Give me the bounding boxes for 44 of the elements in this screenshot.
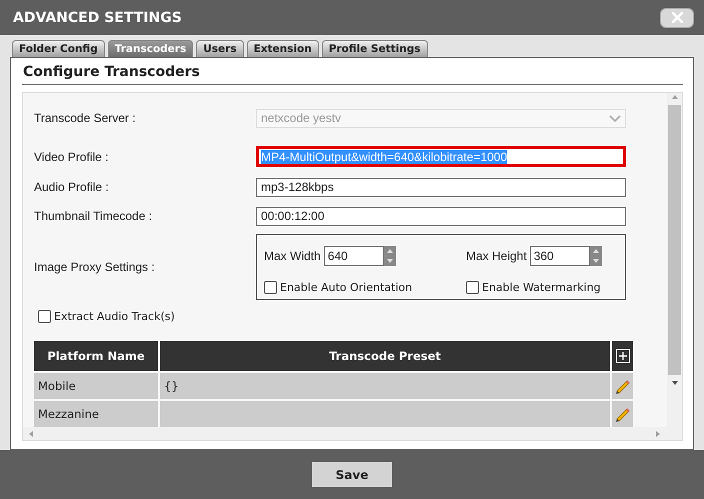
table-cell: Mezzanine — [34, 401, 158, 427]
field-label: Max Width — [264, 248, 321, 263]
tab[interactable]: Users — [196, 40, 244, 57]
spinner-arrows-icon — [384, 246, 396, 266]
tab[interactable]: Folder Config — [12, 40, 105, 57]
table-cell: Mobile — [34, 373, 158, 399]
checkbox[interactable] — [264, 281, 277, 294]
checkbox[interactable] — [38, 310, 51, 323]
number-field[interactable]: 640 — [324, 246, 384, 266]
checkbox-label: Enable Auto Orientation — [280, 281, 412, 294]
close-icon — [672, 12, 682, 23]
checkbox-label: Enable Watermarking — [482, 281, 601, 294]
field-label: Image Proxy Settings : — [34, 260, 156, 274]
scrollbar[interactable] — [23, 427, 682, 440]
pencil-icon — [614, 378, 631, 394]
section-heading: Configure Transcoders — [22, 58, 683, 85]
pencil-icon — [614, 406, 631, 422]
tab[interactable]: Profile Settings — [322, 40, 428, 57]
scroll-down-icon — [670, 379, 678, 387]
table-cell: {} — [160, 373, 610, 399]
input-field[interactable]: mp3-128kbps — [256, 178, 626, 196]
field-label: Max Height — [466, 248, 527, 263]
dialog-title: ADVANCED SETTINGS — [13, 10, 182, 26]
field-label: Transcode Server : — [34, 111, 137, 125]
number-field[interactable]: 360 — [530, 246, 590, 266]
field-label: Video Profile : — [34, 150, 110, 164]
input-field[interactable]: 00:00:12:00 — [256, 206, 626, 226]
tab[interactable]: Extension — [246, 40, 319, 57]
scroll-right-icon — [654, 430, 662, 438]
close-button[interactable] — [660, 8, 694, 28]
chevron-down-icon — [609, 114, 621, 122]
tab[interactable]: Transcoders — [108, 40, 194, 57]
checkbox-label: Extract Audio Track(s) — [54, 310, 175, 323]
field-label: Thumbnail Timecode : — [34, 209, 154, 223]
save-button[interactable]: Save — [312, 462, 392, 487]
scrollbar[interactable] — [667, 93, 682, 427]
column-header: Transcode Preset — [160, 341, 610, 371]
scroll-left-icon — [27, 430, 35, 438]
field-label: Audio Profile : — [34, 180, 110, 194]
checkbox[interactable] — [466, 281, 479, 294]
spinner-arrows-icon — [590, 246, 602, 266]
add-icon — [616, 349, 630, 363]
scroll-up-icon — [670, 93, 678, 101]
column-header: Platform Name — [34, 341, 158, 371]
